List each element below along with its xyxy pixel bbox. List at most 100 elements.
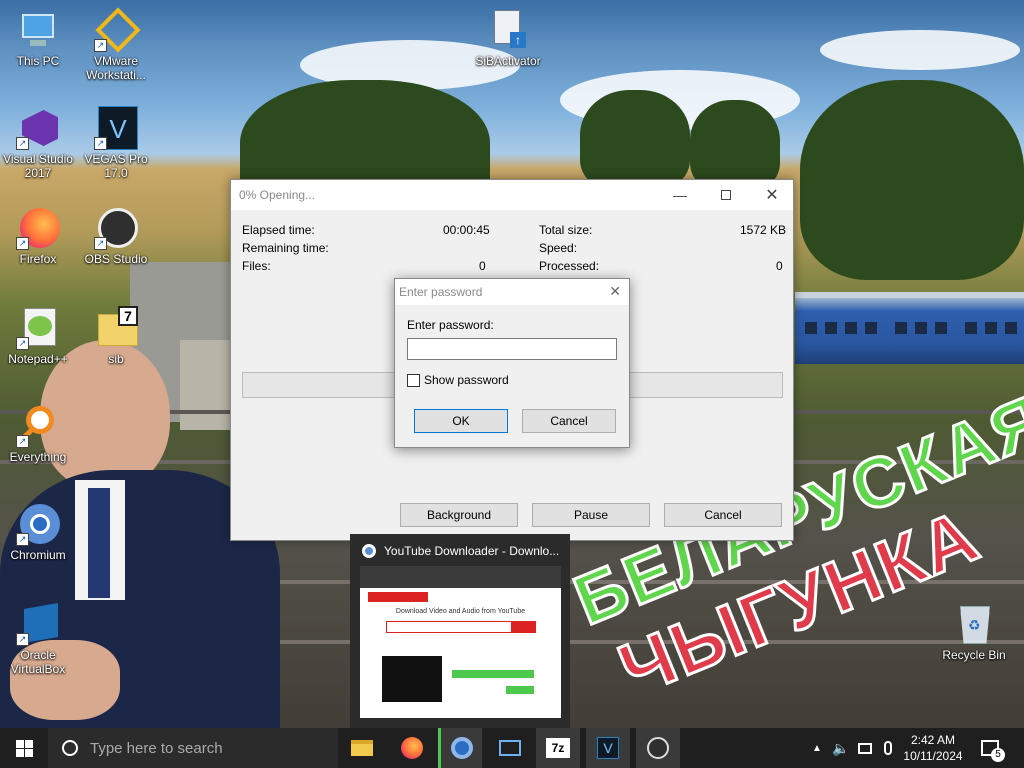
clock-time: 2:42 AM [910, 733, 956, 747]
desktop-icon-sibactivator[interactable]: ↑ SiBActivator [470, 8, 546, 68]
7zip-icon: 7z [546, 738, 570, 758]
taskbar-file-explorer[interactable] [344, 728, 380, 768]
taskbar-chromium[interactable] [438, 728, 482, 768]
desktop-icon-visual-studio[interactable]: ↗ Visual Studio 2017 [0, 106, 76, 180]
chevron-up-icon: ▲ [812, 742, 822, 754]
shortcut-arrow-icon: ↗ [16, 137, 29, 150]
taskbar-vegas[interactable]: V [586, 728, 630, 768]
password-prompt-label: Enter password: [407, 318, 494, 332]
desktop-icon-sib[interactable]: 7 sib [78, 306, 154, 366]
recycle-bin-icon: ♻ [952, 602, 996, 646]
password-dialog-title: Enter password [399, 285, 483, 299]
network-icon [858, 742, 872, 754]
desktop-icon-label: Oracle VirtualBox [10, 648, 66, 676]
visual-studio-icon: ↗ [16, 106, 60, 150]
taskbar-7zip[interactable]: 7z [536, 728, 580, 768]
desktop-icon-label: Notepad++ [8, 352, 68, 366]
desktop-icon-label: sib [108, 352, 124, 366]
taskbar-sandbox[interactable] [490, 728, 530, 768]
obs-icon [647, 737, 669, 759]
taskbar: Type here to search 7z V ▲ 🔈 2:42 AM 10/… [0, 728, 1024, 768]
desktop-icon-vegas[interactable]: V ↗ VEGAS Pro 17.0 [78, 106, 154, 180]
volume-button[interactable]: 🔈 [830, 728, 852, 768]
action-center-button[interactable]: 5 [972, 728, 1008, 768]
minimize-button[interactable]: — [657, 180, 703, 210]
desktop-icon-everything[interactable]: ↗ Everything [0, 404, 76, 464]
desktop-icon-firefox[interactable]: ↗ Firefox [0, 206, 76, 266]
preview-browser-bar [360, 566, 561, 588]
show-password-checkbox[interactable] [407, 373, 420, 387]
desktop-icon-label: Visual Studio 2017 [3, 152, 73, 180]
speaker-icon: 🔈 [832, 739, 850, 756]
this-pc-icon [16, 8, 60, 52]
desktop-icon-label: Everything [9, 450, 67, 464]
taskbar-thumbnail-preview[interactable]: YouTube Downloader - Downlo... Download … [350, 534, 570, 728]
shortcut-arrow-icon: ↗ [16, 435, 29, 448]
search-placeholder: Type here to search [90, 739, 223, 757]
desktop-icon-recycle-bin[interactable]: ♻ Recycle Bin [936, 602, 1012, 662]
search-box[interactable]: Type here to search [48, 728, 338, 768]
desktop-icon-label: SiBActivator [475, 54, 541, 68]
vegas-icon: V [597, 737, 619, 759]
folder-icon [351, 740, 373, 756]
password-cancel-button[interactable]: Cancel [522, 409, 616, 433]
vmware-icon: ↗ [94, 7, 141, 53]
sandbox-icon [499, 740, 521, 756]
close-button[interactable]: ✕ [749, 180, 795, 210]
background-button[interactable]: Background [400, 503, 518, 527]
clock-date: 10/11/2024 [903, 749, 963, 763]
desktop-icon-chromium[interactable]: ↗ Chromium [0, 502, 76, 562]
password-dialog: Enter password ✕ Enter password: Show pa… [394, 278, 630, 448]
preview-search-box [385, 621, 536, 633]
cancel-button[interactable]: Cancel [664, 503, 782, 527]
processed-value: 0 [776, 259, 783, 273]
processed-label: Processed: [539, 259, 600, 273]
train [795, 292, 1024, 364]
start-button[interactable] [0, 728, 48, 768]
archive-folder-icon: 7 [94, 306, 138, 350]
total-size-label: Total size: [539, 223, 593, 237]
preview-download-button [506, 686, 534, 694]
notification-icon: 5 [981, 740, 1005, 762]
pause-button[interactable]: Pause [532, 503, 650, 527]
desktop-icon-label: VMware Workstati... [86, 54, 146, 82]
taskbar-firefox[interactable] [394, 728, 430, 768]
everything-icon: ↗ [16, 404, 60, 448]
password-input[interactable] [407, 338, 617, 360]
password-dialog-title-bar: Enter password ✕ [395, 279, 629, 305]
password-dialog-close-button[interactable]: ✕ [609, 283, 621, 300]
desktop-icon-vmware[interactable]: ↗ VMware Workstati... [78, 7, 154, 82]
sibactivator-icon: ↑ [486, 8, 530, 52]
preview-logo [368, 592, 428, 602]
vegas-icon: V ↗ [94, 106, 138, 150]
ok-button[interactable]: OK [414, 409, 508, 433]
shortcut-arrow-icon: ↗ [16, 533, 29, 546]
desktop-icon-this-pc[interactable]: This PC [0, 8, 76, 68]
desktop-icon-obs[interactable]: ↗ OBS Studio [78, 206, 154, 266]
remaining-time-label: Remaining time: [242, 241, 329, 255]
chromium-icon [450, 737, 473, 759]
shortcut-arrow-icon: ↗ [16, 633, 29, 646]
shortcut-arrow-icon: ↗ [16, 337, 29, 350]
close-icon: ✕ [765, 187, 779, 204]
shortcut-arrow-icon: ↗ [94, 237, 107, 250]
obs-icon: ↗ [94, 206, 138, 250]
desktop-icon-virtualbox[interactable]: ↗ Oracle VirtualBox [0, 602, 76, 676]
desktop-icon-label: This PC [16, 54, 60, 68]
clock[interactable]: 2:42 AM 10/11/2024 [900, 728, 966, 768]
total-size-value: 1572 KB [740, 223, 787, 237]
notification-count: 5 [991, 748, 1005, 762]
show-password-option[interactable]: Show password [407, 373, 509, 387]
preview-heading: Download Video and Audio from YouTube [395, 608, 526, 615]
maximize-button[interactable] [703, 180, 749, 210]
microphone-button[interactable] [878, 728, 898, 768]
taskbar-obs[interactable] [636, 728, 680, 768]
window-title: 0% Opening... [239, 188, 316, 202]
show-hidden-icons-button[interactable]: ▲ [808, 728, 826, 768]
network-button[interactable] [854, 728, 876, 768]
minimize-icon: — [673, 187, 687, 203]
preview-video [382, 656, 442, 702]
chromium-icon [362, 544, 376, 558]
windows-logo-icon [15, 739, 33, 757]
desktop-icon-notepadpp[interactable]: ↗ Notepad++ [0, 306, 76, 366]
